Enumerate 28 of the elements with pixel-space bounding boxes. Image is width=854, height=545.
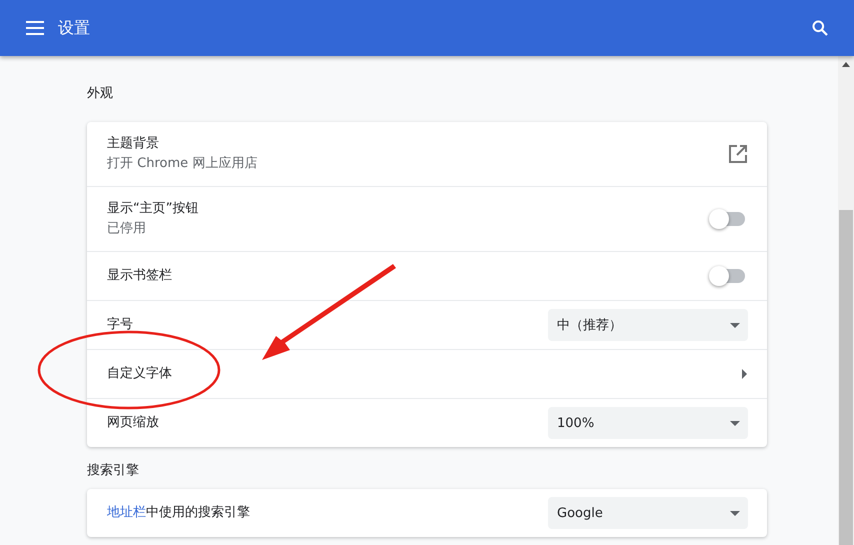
scrollbar[interactable] bbox=[838, 56, 854, 545]
page-title: 设置 bbox=[58, 18, 90, 38]
scroll-up-arrow-icon[interactable] bbox=[842, 62, 850, 67]
scrollbar-thumb[interactable] bbox=[839, 210, 853, 545]
link[interactable]: 地址栏 bbox=[107, 505, 146, 520]
dropdown[interactable]: 中（推荐） bbox=[548, 309, 748, 341]
setting-label: 地址栏中使用的搜索引擎 bbox=[107, 504, 250, 522]
toggle-switch[interactable] bbox=[711, 212, 745, 226]
caret-icon bbox=[730, 510, 740, 516]
caret-icon bbox=[730, 322, 740, 328]
section-heading: 外观 bbox=[87, 85, 114, 103]
caret-icon bbox=[730, 420, 740, 426]
setting-label: 主题背景 bbox=[107, 135, 160, 153]
dropdown[interactable]: Google bbox=[548, 497, 748, 529]
chevron-right-icon[interactable] bbox=[742, 369, 747, 379]
section-heading: 搜索引擎 bbox=[87, 462, 140, 480]
setting-label: 自定义字体 bbox=[107, 365, 172, 383]
setting-description: 打开 Chrome 网上应用店 bbox=[107, 155, 258, 173]
setting-label: 字号 bbox=[107, 316, 133, 334]
setting-description: 已停用 bbox=[107, 220, 147, 238]
toggle-switch[interactable] bbox=[711, 269, 745, 283]
search-icon[interactable] bbox=[812, 20, 828, 36]
setting-label: 显示书签栏 bbox=[107, 267, 172, 285]
menu-icon[interactable] bbox=[26, 21, 44, 35]
setting-label: 网页缩放 bbox=[107, 414, 159, 432]
setting-label: 显示“主页”按钮 bbox=[107, 200, 198, 218]
external-link-icon[interactable] bbox=[729, 145, 747, 163]
dropdown[interactable]: 100% bbox=[548, 407, 748, 439]
